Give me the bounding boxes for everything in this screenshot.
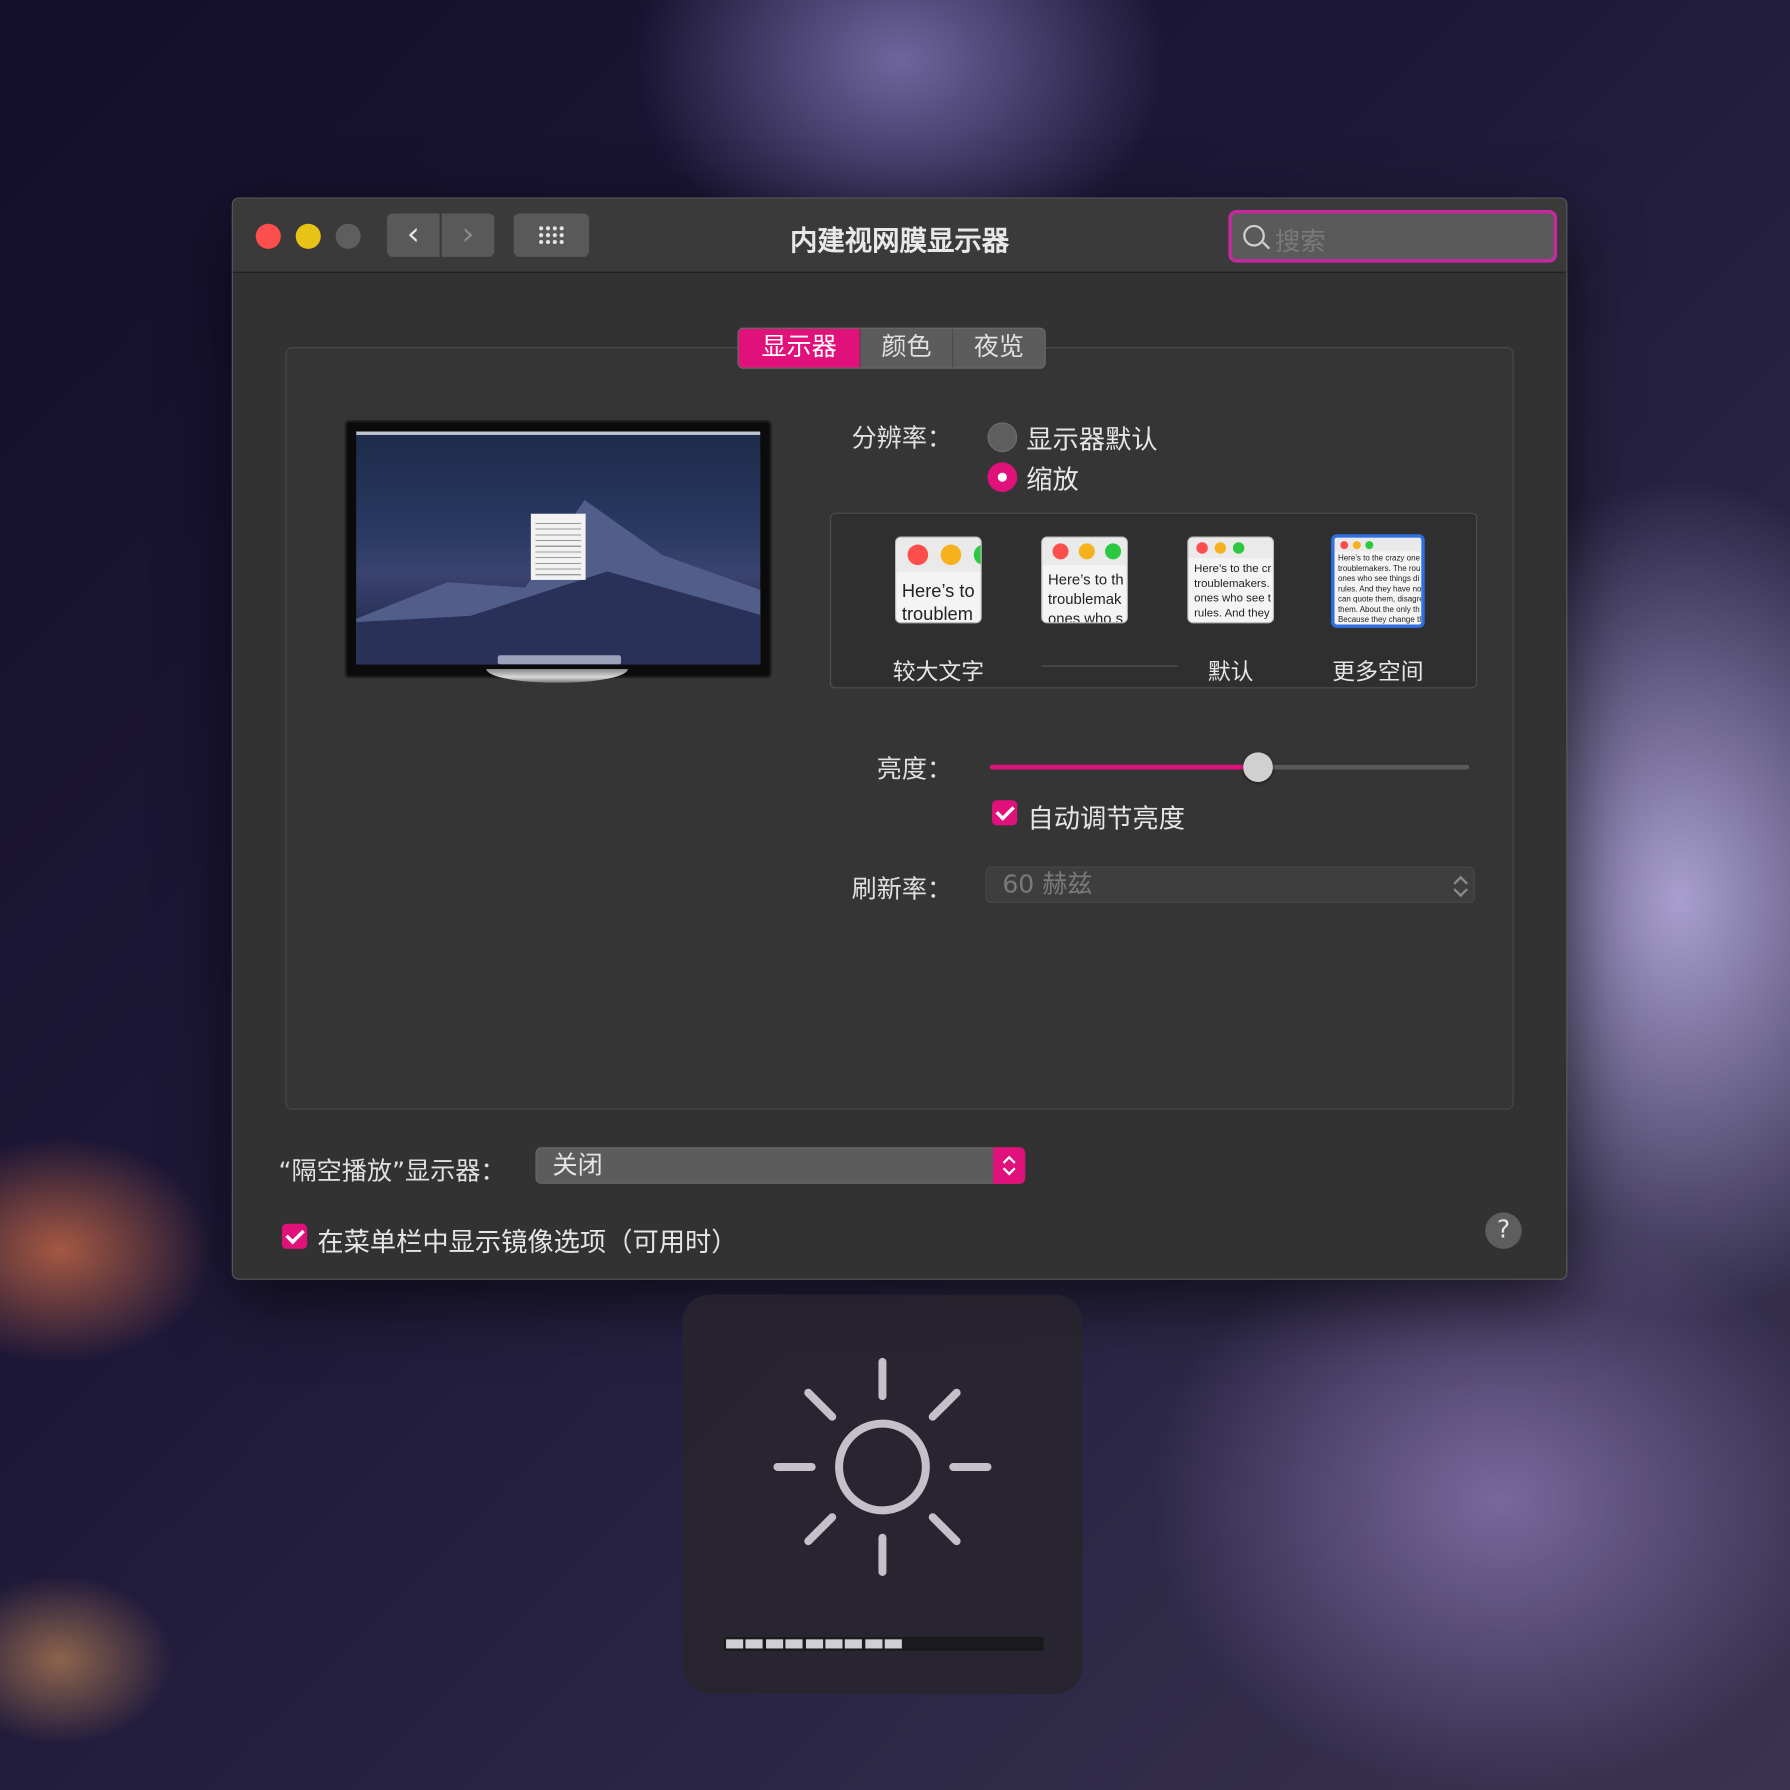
- tab-color[interactable]: 颜色: [861, 328, 954, 368]
- scaled-option-default[interactable]: Here’s to the cr troublemakers. ones who…: [1187, 536, 1275, 624]
- brightness-segment: [745, 1639, 764, 1649]
- scaled-resolution-picker: Here’s to troublem 较大文字 Here’s to th tro…: [829, 512, 1478, 689]
- refresh-rate-value: 60 赫兹: [1002, 871, 1093, 900]
- brightness-segment: [825, 1639, 843, 1649]
- sample-text: Here’s to the cr troublemakers. ones who…: [1194, 562, 1272, 620]
- search-placeholder: 搜索: [1275, 228, 1326, 257]
- airplay-display-value: 关闭: [552, 1151, 603, 1181]
- help-button[interactable]: ?: [1485, 1212, 1522, 1249]
- scaled-option-2[interactable]: Here’s to th troublemak ones who s: [1041, 536, 1128, 624]
- tab-bar: 显示器 颜色 夜览: [737, 327, 1046, 369]
- sample-text: Here’s to th troublemak ones who s: [1047, 570, 1124, 624]
- radio-button[interactable]: [987, 422, 1018, 453]
- slider-knob[interactable]: [1243, 752, 1274, 782]
- resolution-label: 分辨率：: [851, 424, 953, 454]
- titlebar: ‹ › 内建视网膜显示器 搜索: [232, 198, 1567, 273]
- brightness-segment: [884, 1639, 903, 1649]
- show-mirroring-label: 在菜单栏中显示镜像选项（可用时）: [317, 1228, 738, 1259]
- chevron-updown-icon: [993, 1147, 1026, 1184]
- search-field[interactable]: 搜索: [1228, 210, 1558, 263]
- sample-text: Here’s to the crazy one troublemakers. T…: [1337, 554, 1422, 625]
- brightness-segment: [785, 1639, 803, 1649]
- scaled-caption: 更多空间: [1332, 657, 1424, 685]
- search-icon: [1243, 224, 1265, 247]
- sample-text: Here’s to troublem: [901, 582, 975, 624]
- scaled-option-more-space[interactable]: Here’s to the crazy one troublemakers. T…: [1331, 534, 1425, 628]
- brightness-level-bar: [723, 1637, 1044, 1651]
- scaled-option-larger-text[interactable]: Here’s to troublem: [895, 536, 982, 624]
- brightness-segment: [845, 1639, 863, 1649]
- brightness-label: 亮度：: [876, 755, 953, 785]
- radio-label: 显示器默认: [1026, 425, 1158, 456]
- radio-scaled[interactable]: 缩放: [987, 458, 1079, 497]
- brightness-segment: [805, 1639, 823, 1649]
- auto-brightness-label: 自动调节亮度: [1027, 804, 1185, 835]
- scaled-caption: 默认: [1207, 657, 1254, 685]
- scaled-caption: 较大文字: [892, 657, 985, 685]
- desktop-preview: [356, 431, 761, 665]
- brightness-segment: [765, 1639, 783, 1649]
- radio-default-display[interactable]: 显示器默认: [987, 418, 1158, 457]
- radio-button[interactable]: [987, 462, 1018, 493]
- auto-brightness-checkbox[interactable]: [992, 800, 1018, 826]
- radio-label: 缩放: [1026, 465, 1079, 496]
- airplay-display-label: “隔空播放”显示器：: [278, 1157, 506, 1187]
- brightness-hud: [682, 1294, 1083, 1695]
- tab-night-shift[interactable]: 夜览: [953, 329, 1044, 368]
- slider-fill: [989, 764, 1259, 770]
- monitor-preview: [344, 420, 772, 679]
- refresh-rate-select[interactable]: 60 赫兹: [985, 866, 1475, 904]
- display-prefs-window: ‹ › 内建视网膜显示器 搜索 显示器 颜色 夜览 分辨率： 显示器默认 缩放: [231, 197, 1568, 1280]
- brightness-slider[interactable]: [989, 752, 1470, 782]
- brightness-segment: [726, 1639, 744, 1649]
- refresh-rate-label: 刷新率：: [851, 875, 953, 905]
- chevron-updown-icon: [1453, 874, 1467, 897]
- tab-display[interactable]: 显示器: [738, 328, 861, 368]
- sun-icon: [773, 1357, 992, 1576]
- brightness-segment: [865, 1639, 883, 1649]
- airplay-display-select[interactable]: 关闭: [535, 1147, 1026, 1184]
- show-mirroring-checkbox[interactable]: [281, 1223, 308, 1249]
